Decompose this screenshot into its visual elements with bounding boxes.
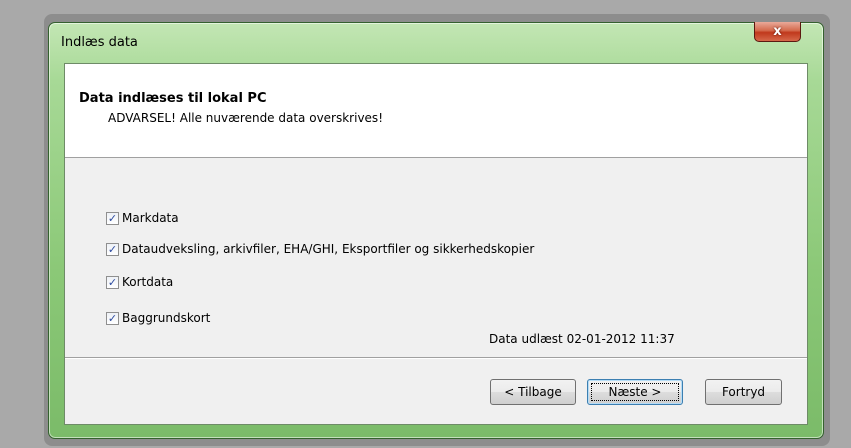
wizard-dialog: Indlæs data x Data indlæses til lokal PC… <box>48 22 824 439</box>
focus-indicator <box>591 383 679 401</box>
checkbox-icon[interactable]: ✓ <box>106 311 119 325</box>
dialog-client-area: Data indlæses til lokal PC ADVARSEL! All… <box>64 63 808 425</box>
close-button[interactable]: x <box>754 22 801 42</box>
checkbox-icon[interactable]: ✓ <box>106 242 119 256</box>
option-label: Baggrundskort <box>122 311 211 325</box>
option-markdata[interactable]: ✓ Markdata <box>106 210 179 226</box>
checkbox-icon[interactable]: ✓ <box>106 211 119 225</box>
close-icon: x <box>773 24 782 39</box>
option-kortdata[interactable]: ✓ Kortdata <box>106 274 173 290</box>
data-read-timestamp: Data udlæst 02-01-2012 11:37 <box>489 332 675 346</box>
footer-divider <box>65 357 807 359</box>
option-dataudveksling[interactable]: ✓ Dataudveksling, arkivfiler, EHA/GHI, E… <box>106 241 534 257</box>
option-label: Kortdata <box>122 275 174 289</box>
checkbox-icon[interactable]: ✓ <box>106 275 119 289</box>
option-baggrundskort[interactable]: ✓ Baggrundskort <box>106 310 210 326</box>
option-label: Dataudveksling, arkivfiler, EHA/GHI, Eks… <box>122 242 535 256</box>
wizard-header-warning: ADVARSEL! Alle nuværende data overskrive… <box>108 111 383 125</box>
wizard-header-title: Data indlæses til lokal PC <box>79 91 267 106</box>
cancel-button[interactable]: Fortryd <box>705 379 782 405</box>
next-button[interactable]: Næste > <box>587 379 683 405</box>
back-button[interactable]: < Tilbage <box>490 379 576 405</box>
window-title: Indlæs data <box>61 35 138 50</box>
wizard-header: Data indlæses til lokal PC ADVARSEL! All… <box>65 64 807 158</box>
option-label: Markdata <box>122 211 179 225</box>
